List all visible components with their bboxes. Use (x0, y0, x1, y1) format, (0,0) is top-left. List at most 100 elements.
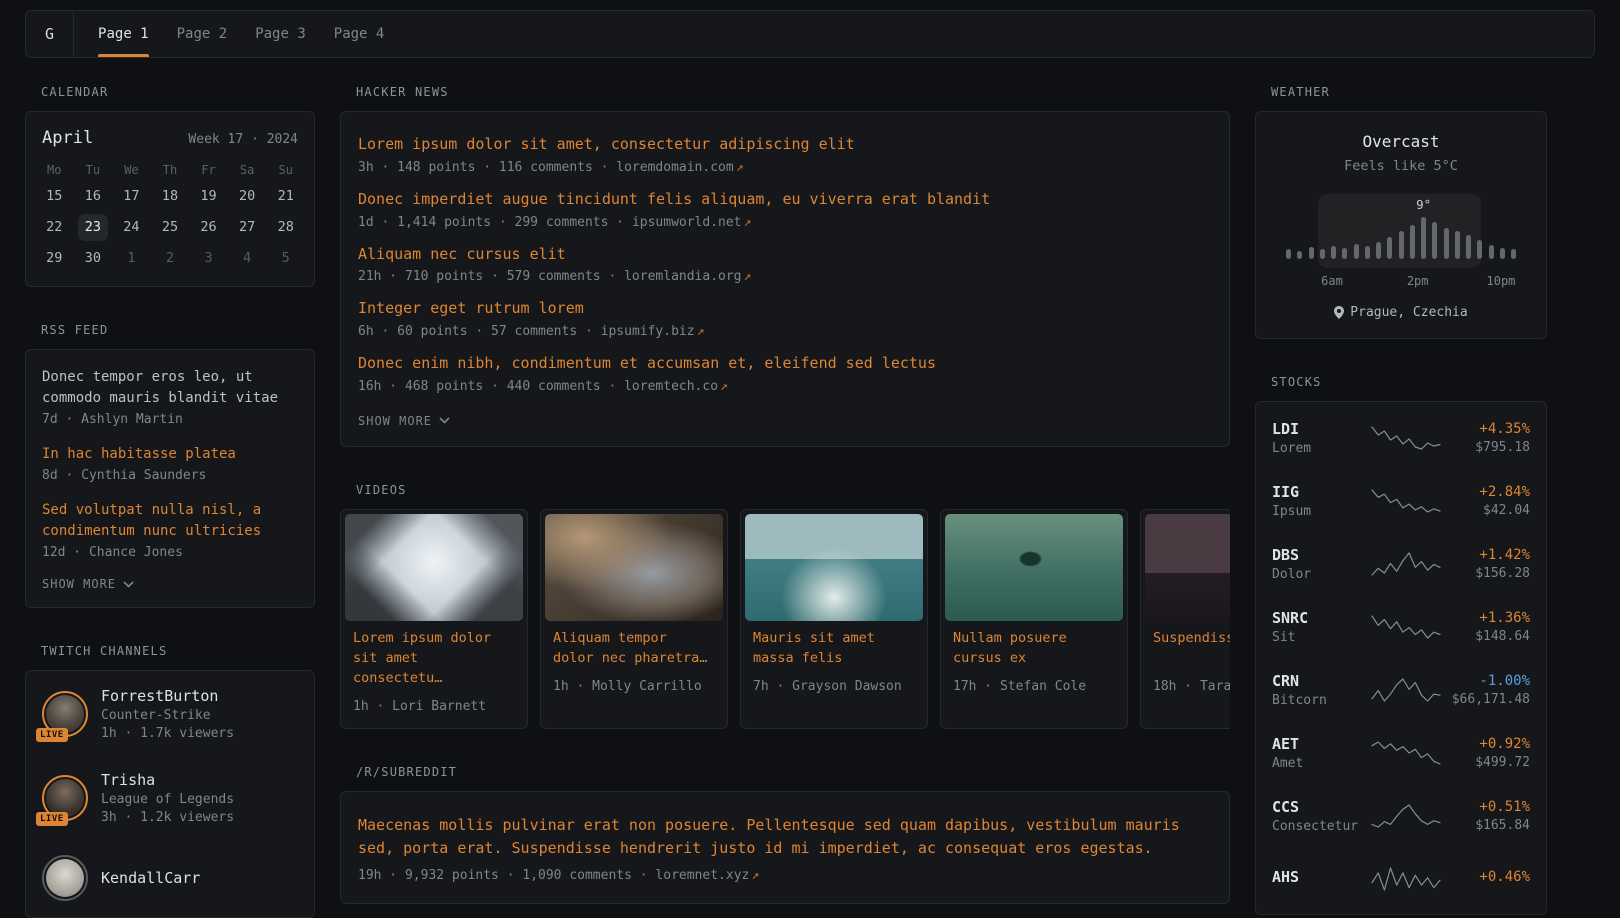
stock-row[interactable]: LDI Lorem +4.35% $795.18 (1272, 406, 1530, 469)
twitch-channel-row[interactable]: LIVE ForrestBurton Counter-Strike 1h · 1… (42, 687, 298, 741)
hn-story: Aliquam nec cursus elit 21h · 710 points… (358, 244, 1212, 285)
calendar-day: 17 (116, 183, 146, 210)
weather-location: Prague, Czechia (1272, 305, 1530, 320)
show-more-label: SHOW MORE (42, 577, 116, 591)
app-logo[interactable]: G (26, 11, 74, 57)
temperature-bars (1282, 186, 1520, 259)
video-title[interactable]: Aliquam tempor dolor nec pharetra… (553, 629, 715, 669)
stock-price: $42.04 (1444, 503, 1530, 518)
stock-row[interactable]: CCS Consectetur +0.51% $165.84 (1272, 784, 1530, 847)
stock-change: +0.46% (1444, 869, 1530, 885)
reddit-post-title[interactable]: Maecenas mollis pulvinar erat non posuer… (358, 814, 1212, 861)
stock-row[interactable]: CRN Bitcorn -1.00% $66,171.48 (1272, 658, 1530, 721)
hn-domain-link[interactable]: loremtech.co↗ (624, 379, 728, 394)
tab-page-1[interactable]: Page 1 (84, 11, 163, 57)
stock-row[interactable]: IIG Ipsum +2.84% $42.04 (1272, 469, 1530, 532)
video-title[interactable]: Suspendisse diam (1153, 629, 1230, 669)
calendar-day: 30 (78, 245, 108, 272)
calendar-day: 16 (78, 183, 108, 210)
live-badge: LIVE (36, 812, 68, 826)
video-title[interactable]: Nullam posuere cursus ex (953, 629, 1115, 669)
weather-feels-like: Feels like 5°C (1272, 158, 1530, 174)
rss-item-title[interactable]: Donec tempor eros leo, ut commodo mauris… (42, 367, 298, 409)
stock-row[interactable]: AET Amet +0.92% $499.72 (1272, 721, 1530, 784)
hn-story-title[interactable]: Integer eget rutrum lorem (358, 298, 1212, 320)
rss-item-title[interactable]: In hac habitasse platea (42, 444, 298, 465)
calendar-day: 25 (155, 214, 185, 241)
hn-domain-link[interactable]: ipsumify.biz↗ (601, 324, 705, 339)
tab-page-2[interactable]: Page 2 (163, 11, 242, 57)
peak-temperature-label: 9° (1416, 197, 1431, 212)
weather-section: WEATHER Overcast Feels like 5°C 9° 6am 2… (1255, 85, 1547, 339)
stock-row[interactable]: AHS +0.46% (1272, 847, 1530, 910)
subreddit-section: /R/SUBREDDIT Maecenas mollis pulvinar er… (340, 765, 1230, 905)
section-title-rss: RSS FEED (41, 323, 315, 337)
stocks-widget: LDI Lorem +4.35% $795.18 IIG Ipsum (1255, 401, 1547, 915)
hn-story-title[interactable]: Lorem ipsum dolor sit amet, consectetur … (358, 134, 1212, 156)
weekday-label: Su (266, 163, 305, 177)
hn-story-title[interactable]: Aliquam nec cursus elit (358, 244, 1212, 266)
twitch-channel-row[interactable]: LIVE Trisha League of Legends 3h · 1.2k … (42, 771, 298, 825)
video-thumbnail[interactable] (545, 514, 723, 621)
stock-row[interactable]: SNRC Sit +1.36% $148.64 (1272, 595, 1530, 658)
channel-game: League of Legends (101, 792, 234, 807)
hn-story-meta: 3h · 148 points · 116 comments · loremdo… (358, 160, 1212, 175)
hn-show-more-button[interactable]: SHOW MORE (358, 414, 1212, 428)
stock-name: Bitcorn (1272, 693, 1368, 708)
stock-ticker: AET (1272, 735, 1368, 753)
hn-story: Donec enim nibh, condimentum et accumsan… (358, 353, 1212, 394)
hn-domain-link[interactable]: loremdomain.com↗ (616, 160, 743, 175)
tab-page-3[interactable]: Page 3 (241, 11, 320, 57)
twitch-channel-row[interactable]: KendallCarr (42, 855, 298, 901)
channel-name: Trisha (101, 771, 234, 789)
weather-temperature-chart: 9° (1282, 186, 1520, 270)
stock-change: +1.42% (1444, 547, 1530, 563)
calendar-section: CALENDAR April Week 17 · 2024 Mo Tu We T… (25, 85, 315, 287)
stock-row[interactable]: DBS Dolor +1.42% $156.28 (1272, 532, 1530, 595)
video-thumbnail[interactable] (1145, 514, 1230, 621)
video-thumbnail[interactable] (745, 514, 923, 621)
stock-name: Ipsum (1272, 504, 1368, 519)
calendar-day-next-month: 1 (116, 245, 146, 272)
calendar-day: 27 (232, 214, 262, 241)
hn-domain-link[interactable]: loremlandia.org↗ (624, 269, 751, 284)
stock-ticker: LDI (1272, 420, 1368, 438)
rss-show-more-button[interactable]: SHOW MORE (42, 577, 298, 591)
weather-location-text: Prague, Czechia (1350, 305, 1467, 320)
stock-change: +2.84% (1444, 484, 1530, 500)
video-thumbnail[interactable] (945, 514, 1123, 621)
hn-meta-text: 21h · 710 points · 579 comments · (358, 269, 624, 284)
rss-item: In hac habitasse platea 8d · Cynthia Sau… (42, 444, 298, 483)
rss-section: RSS FEED Donec tempor eros leo, ut commo… (25, 323, 315, 608)
video-thumbnail[interactable] (345, 514, 523, 621)
calendar-month: April (42, 128, 93, 148)
hn-domain-link[interactable]: ipsumworld.net↗ (632, 215, 751, 230)
channel-viewers: 1h · 1.7k viewers (101, 726, 234, 741)
rss-item-meta: 8d · Cynthia Saunders (42, 468, 298, 483)
video-title[interactable]: Mauris sit amet massa felis (753, 629, 915, 669)
hn-story-title[interactable]: Donec imperdiet augue tincidunt felis al… (358, 189, 1212, 211)
hn-story-title[interactable]: Donec enim nibh, condimentum et accumsan… (358, 353, 1212, 375)
stock-price: $499.72 (1444, 755, 1530, 770)
reddit-meta-text: 19h · 9,932 points · 1,090 comments · (358, 868, 655, 883)
tab-page-4[interactable]: Page 4 (320, 11, 399, 57)
stock-change: +1.36% (1444, 610, 1530, 626)
stock-ticker: CCS (1272, 798, 1368, 816)
calendar-day: 26 (194, 214, 224, 241)
calendar-day: 15 (39, 183, 69, 210)
reddit-domain-link[interactable]: loremnet.xyz↗ (655, 868, 759, 883)
stock-sparkline (1371, 677, 1441, 703)
stock-sparkline (1371, 425, 1441, 451)
rss-item-title[interactable]: Sed volutpat nulla nisl, a condimentum n… (42, 500, 298, 542)
avatar (42, 855, 88, 901)
hn-meta-text: 16h · 468 points · 440 comments · (358, 379, 624, 394)
external-link-icon: ↗ (697, 324, 705, 339)
channel-game: Counter-Strike (101, 708, 234, 723)
weekday-label: Sa (228, 163, 267, 177)
rss-item: Donec tempor eros leo, ut commodo mauris… (42, 367, 298, 427)
stock-change: +4.35% (1444, 421, 1530, 437)
video-title[interactable]: Lorem ipsum dolor sit amet consectetu… (353, 629, 515, 689)
stock-name: Sit (1272, 630, 1368, 645)
stock-sparkline (1371, 551, 1441, 577)
rss-item: Sed volutpat nulla nisl, a condimentum n… (42, 500, 298, 560)
